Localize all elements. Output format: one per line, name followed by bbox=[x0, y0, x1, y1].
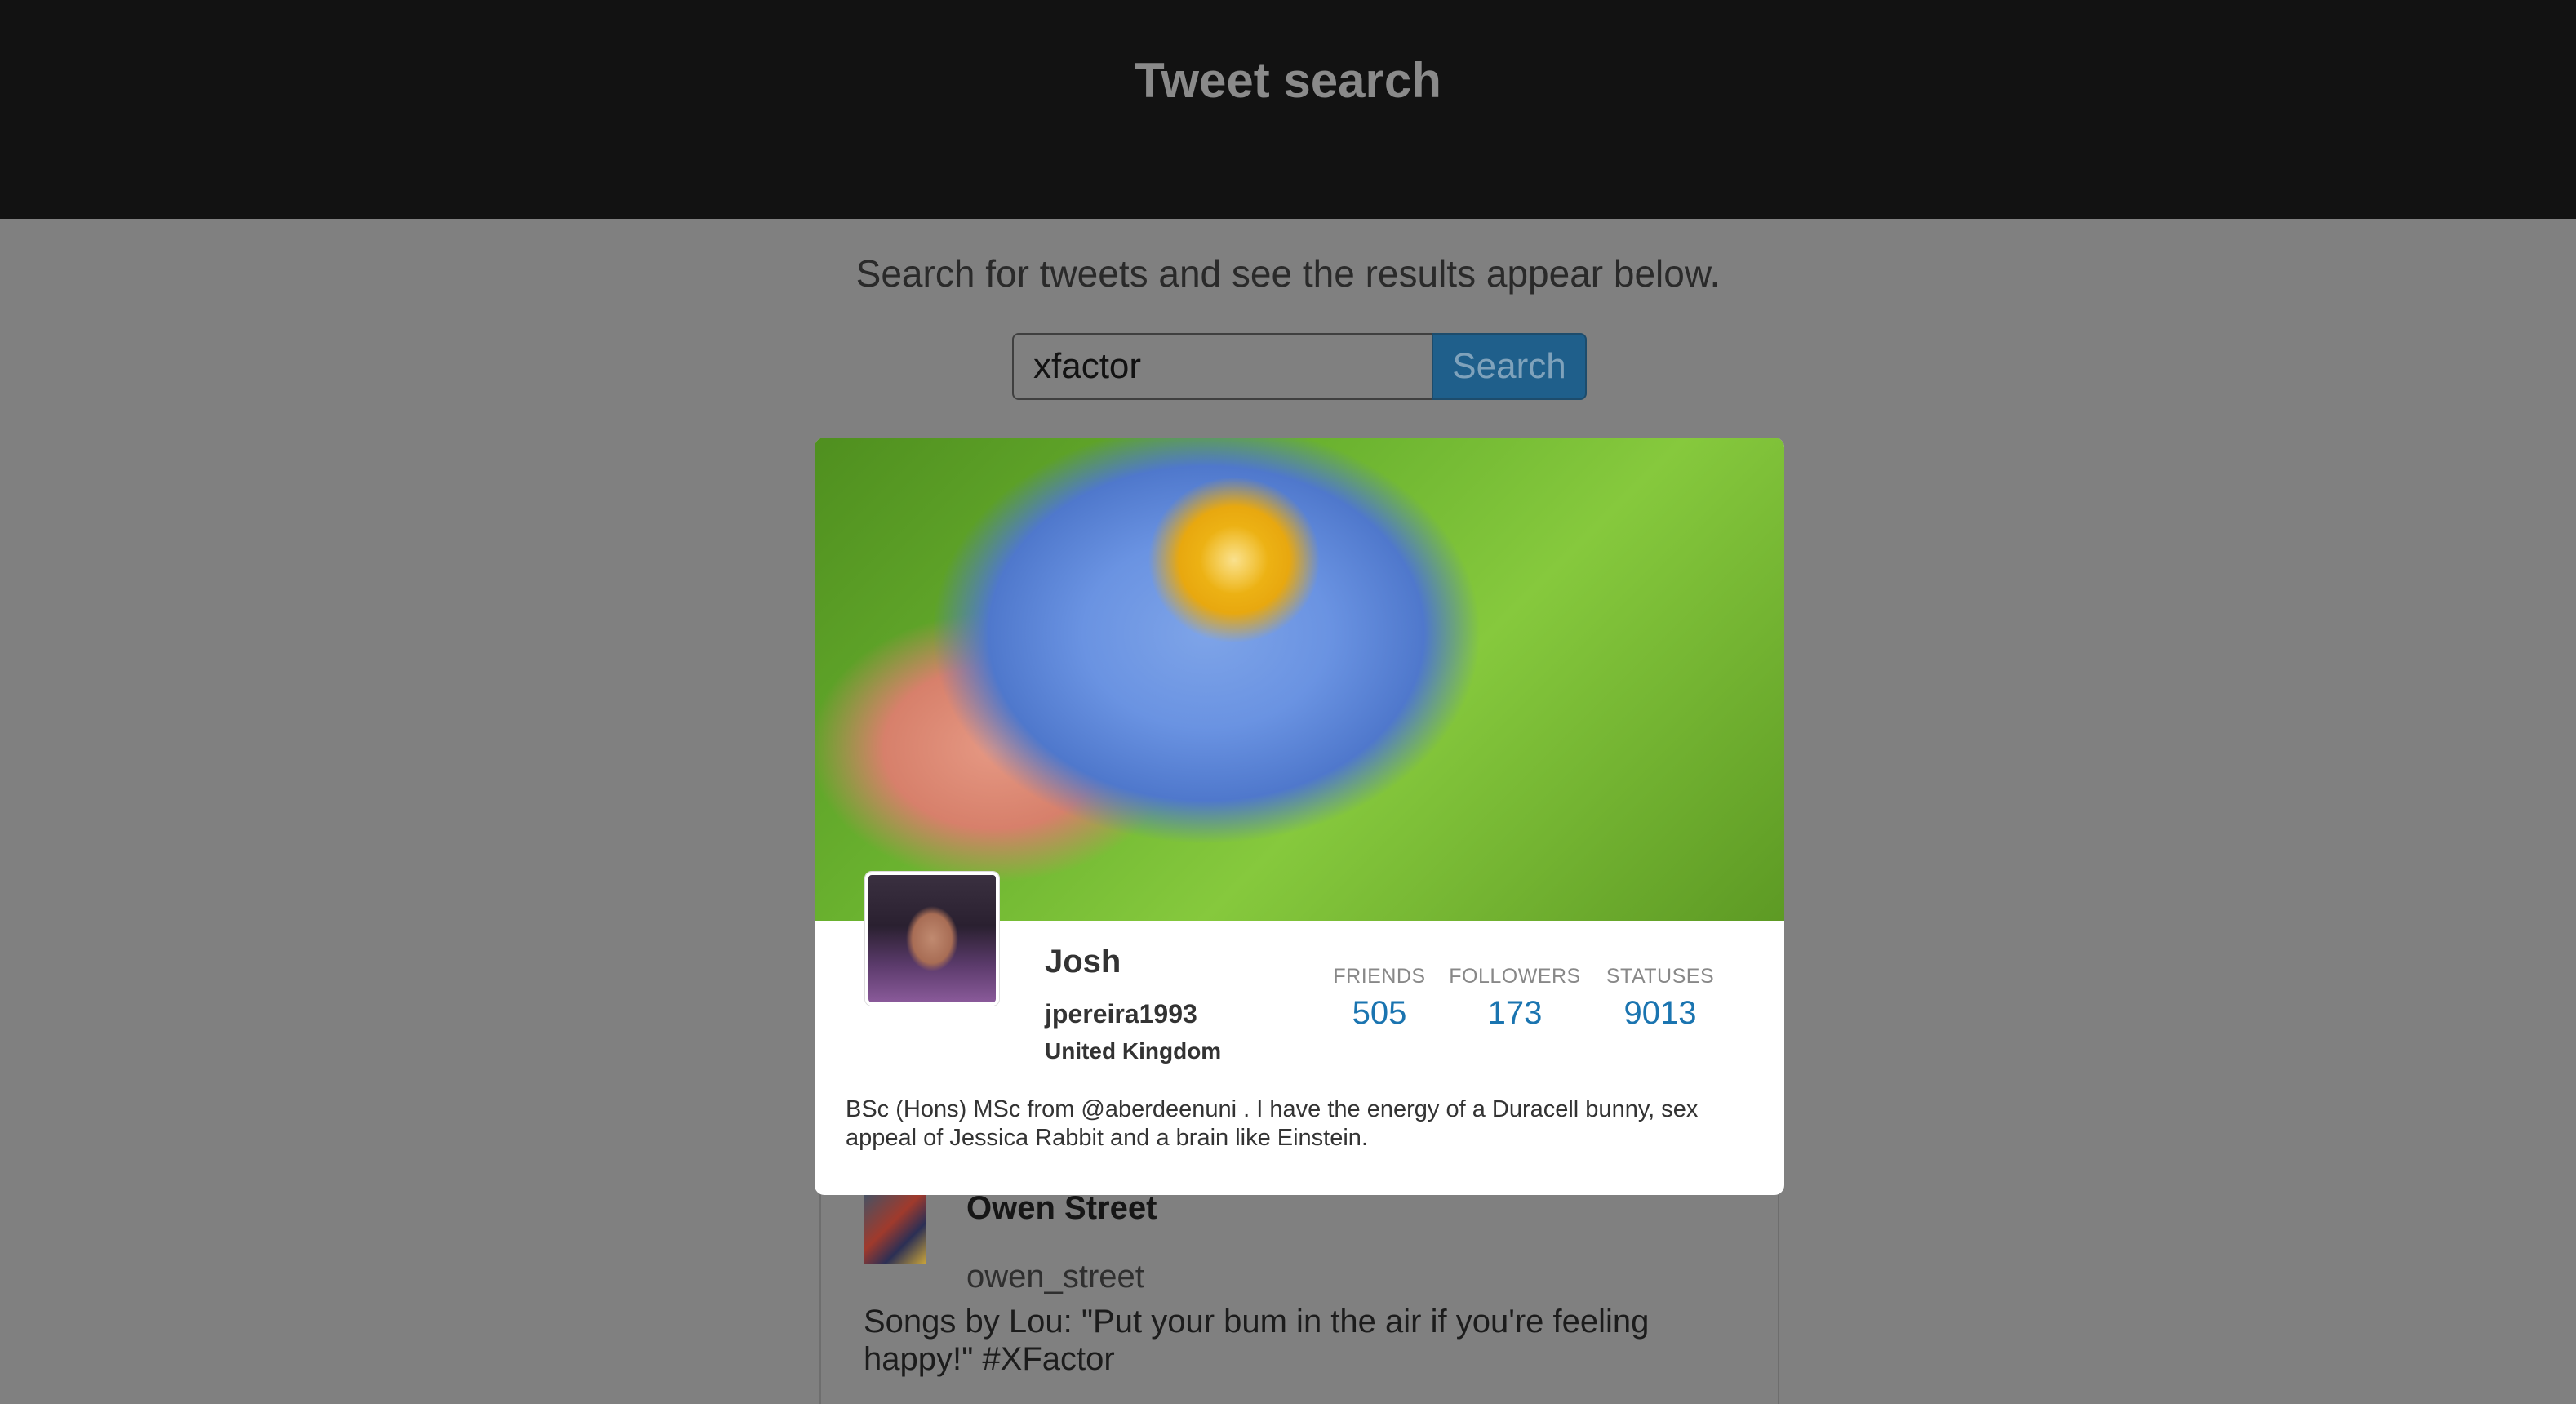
page-header: Tweet search bbox=[0, 0, 2576, 219]
followers-stat: FOLLOWERS 173 bbox=[1445, 965, 1585, 1032]
tweet-avatar[interactable] bbox=[864, 1190, 926, 1264]
statuses-stat: STATUSES 9013 bbox=[1597, 965, 1724, 1032]
profile-name: Josh bbox=[1045, 944, 1121, 980]
friends-count: 505 bbox=[1352, 995, 1407, 1031]
page-subtitle: Search for tweets and see the results ap… bbox=[855, 252, 1721, 295]
profile-location: United Kingdom bbox=[1045, 1038, 1222, 1064]
tweet-text: Songs by Lou: "Put your bum in the air i… bbox=[864, 1304, 1650, 1377]
friends-label: FRIENDS bbox=[1333, 965, 1426, 988]
page-title: Tweet search bbox=[1135, 53, 1441, 108]
followers-count: 173 bbox=[1487, 995, 1543, 1031]
followers-label: FOLLOWERS bbox=[1449, 965, 1581, 988]
search-input[interactable] bbox=[1012, 333, 1432, 400]
profile-bio: BSc (Hons) MSc from @aberdeenuni . I hav… bbox=[846, 1096, 1699, 1151]
statuses-count: 9013 bbox=[1623, 995, 1697, 1031]
statuses-label: STATUSES bbox=[1606, 965, 1715, 988]
profile-popup: Josh jpereira1993 United Kingdom FRIENDS… bbox=[815, 438, 1784, 1195]
tweet-author-name[interactable]: Owen Street bbox=[966, 1190, 1157, 1227]
profile-handle: jpereira1993 bbox=[1045, 999, 1197, 1029]
profile-banner-image bbox=[815, 438, 1784, 921]
tweet-card[interactable]: Owen Street owen_street Songs by Lou: "P… bbox=[819, 1175, 1779, 1404]
tweet-author-handle[interactable]: owen_street bbox=[966, 1259, 1144, 1295]
friends-stat: FRIENDS 505 bbox=[1321, 965, 1438, 1032]
search-button[interactable]: Search bbox=[1432, 333, 1587, 400]
profile-avatar bbox=[865, 872, 999, 1006]
